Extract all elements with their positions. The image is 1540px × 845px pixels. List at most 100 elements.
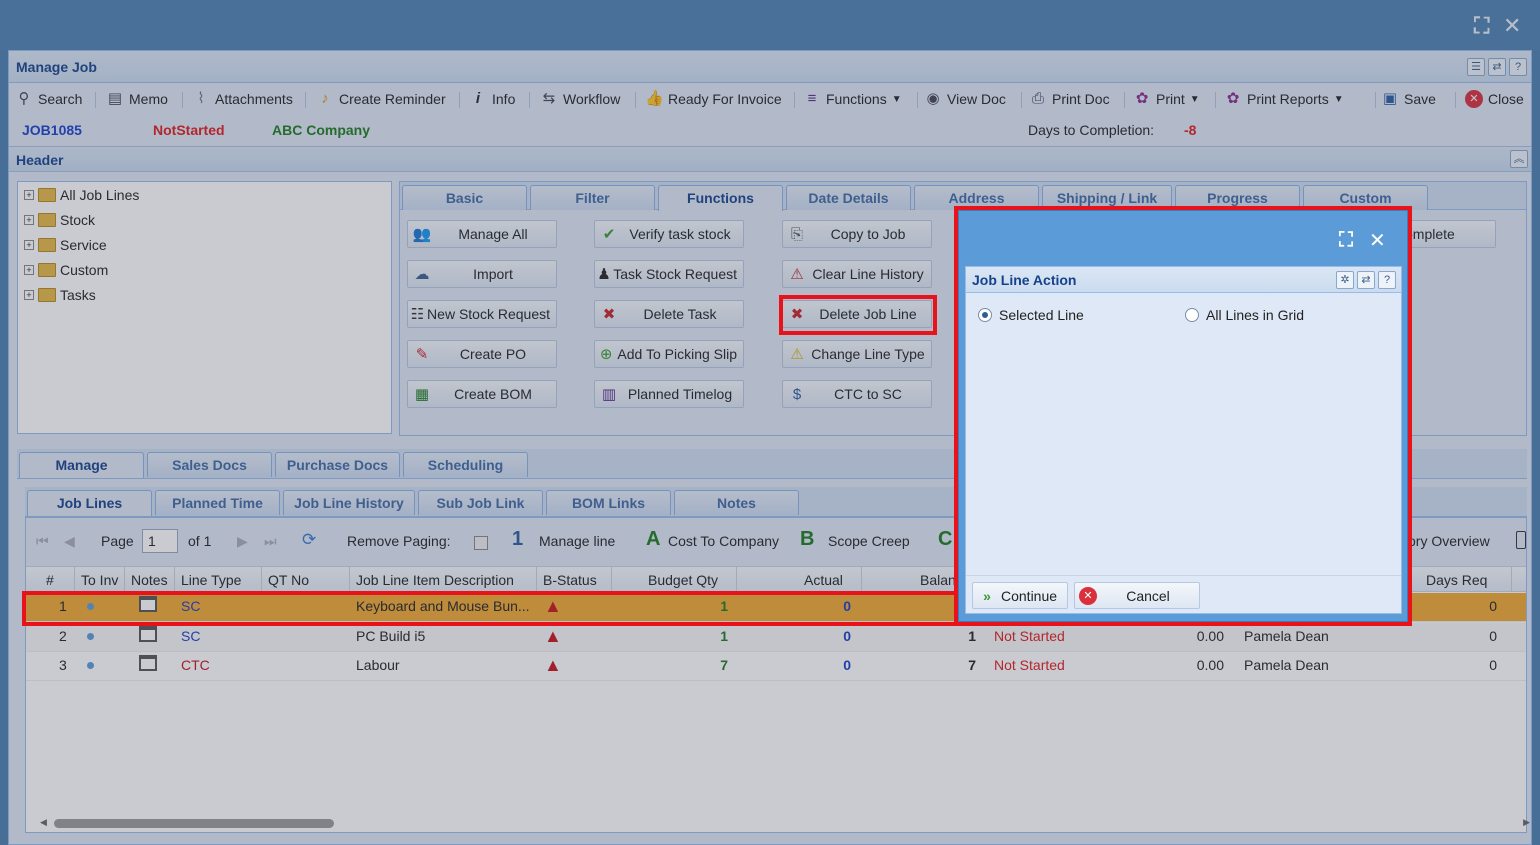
tree-item-service[interactable]: + Service xyxy=(24,237,107,253)
tree-item-all-job-lines[interactable]: + All Job Lines xyxy=(24,187,139,203)
first-page-icon[interactable]: ⏮ xyxy=(36,533,49,550)
expand-icon[interactable]: + xyxy=(24,290,34,300)
line-status: Not Started xyxy=(994,628,1065,644)
table-row[interactable]: 2 SC PC Build i5 ▲ 1 0 1 Not Started 0.0… xyxy=(26,623,1526,652)
page-number-input[interactable]: 1 xyxy=(142,529,178,553)
task-stock-request-button[interactable]: ♟ Task Stock Request xyxy=(594,260,744,288)
tab-functions[interactable]: Functions xyxy=(658,185,783,211)
header-section-bar[interactable]: Header ︽ xyxy=(9,146,1531,172)
tab-sales-docs[interactable]: Sales Docs xyxy=(147,452,272,477)
tab-purchase-docs[interactable]: Purchase Docs xyxy=(275,452,400,477)
line-type: SC xyxy=(181,628,201,644)
scroll-right-icon[interactable]: ▶ xyxy=(1523,817,1530,828)
change-line-type-button[interactable]: ⚠ Change Line Type xyxy=(782,340,932,368)
expand-icon[interactable]: + xyxy=(24,240,34,250)
manage-all-button[interactable]: 👥 Manage All xyxy=(407,220,557,248)
create-reminder-button[interactable]: ♪ Create Reminder xyxy=(316,88,445,110)
tab-sub-job-link[interactable]: Sub Job Link xyxy=(418,490,543,515)
notes-calendar-icon[interactable] xyxy=(139,626,157,642)
create-bom-button[interactable]: ▦ Create BOM xyxy=(407,380,557,408)
tab-basic[interactable]: Basic xyxy=(402,185,527,210)
eye-icon: ◉ xyxy=(926,90,940,107)
ready-for-invoice-button[interactable]: 👍 Ready For Invoice xyxy=(645,88,782,110)
delete-task-button[interactable]: ✖ Delete Task xyxy=(594,300,744,328)
view-doc-button[interactable]: ◉ View Doc xyxy=(924,88,1005,110)
functions-menu[interactable]: ≡ Functions ▼ xyxy=(803,88,902,110)
table-row[interactable]: 3 CTC Labour ▲ 7 0 7 Not Started 0.00 Pa… xyxy=(26,652,1526,681)
last-page-icon[interactable]: ⏭ xyxy=(264,533,277,550)
expand-icon[interactable]: + xyxy=(24,265,34,275)
maximize-icon[interactable]: ⛶ xyxy=(1474,14,1489,38)
column-days-req[interactable]: Days Req xyxy=(1426,572,1487,588)
tab-job-lines[interactable]: Job Lines xyxy=(27,490,152,516)
days-to-completion-label: Days to Completion: xyxy=(1028,122,1155,138)
legend-a-key: A xyxy=(646,528,661,550)
info-button[interactable]: i Info xyxy=(469,88,515,110)
clear-line-history-button[interactable]: ⚠ Clear Line History xyxy=(782,260,932,288)
chevron-down-icon: ▼ xyxy=(1189,93,1200,105)
workflow-button[interactable]: ⇆ Workflow xyxy=(540,88,621,110)
highlight-row-tail xyxy=(1405,591,1530,626)
help-icon[interactable]: ? xyxy=(1509,58,1527,76)
tree-item-custom[interactable]: + Custom xyxy=(24,262,108,278)
copy-to-job-button[interactable]: ⎘ Copy to Job xyxy=(782,220,932,248)
description: Labour xyxy=(356,657,400,673)
close-icon[interactable]: ✕ xyxy=(1503,14,1521,38)
collapse-icon[interactable]: ︽ xyxy=(1510,150,1528,168)
refresh-icon[interactable]: ⇄ xyxy=(1488,58,1506,76)
next-page-icon[interactable]: ▶ xyxy=(237,533,248,550)
tab-notes[interactable]: Notes xyxy=(674,490,799,515)
floppy-disk-icon: ▣ xyxy=(1382,90,1398,107)
column-budget-qty[interactable]: Budget Qty xyxy=(648,572,718,588)
tab-filter[interactable]: Filter xyxy=(530,185,655,210)
print-doc-button[interactable]: ⎙ Print Doc xyxy=(1029,88,1110,110)
list-icon[interactable]: ☰ xyxy=(1467,58,1485,76)
column-number[interactable]: # xyxy=(46,572,54,588)
tree-item-stock[interactable]: + Stock xyxy=(24,212,95,228)
add-circle-icon: ⊕ xyxy=(599,346,613,363)
expand-icon[interactable]: + xyxy=(24,190,34,200)
attachments-button[interactable]: ⌇ Attachments xyxy=(192,88,293,110)
history-overview-label[interactable]: ory Overview xyxy=(1408,533,1490,549)
verify-task-stock-button[interactable]: ✔ Verify task stock xyxy=(594,220,744,248)
planned-timelog-button[interactable]: ▥ Planned Timelog xyxy=(594,380,744,408)
document-icon[interactable] xyxy=(1516,531,1526,549)
create-po-button[interactable]: ✎ Create PO xyxy=(407,340,557,368)
remove-paging-checkbox[interactable] xyxy=(474,536,488,550)
memo-button[interactable]: ▤ Memo xyxy=(106,88,168,110)
column-b-status[interactable]: B-Status xyxy=(543,572,597,588)
column-notes[interactable]: Notes xyxy=(131,572,168,588)
column-description[interactable]: Job Line Item Description xyxy=(356,572,514,588)
column-actual[interactable]: Actual xyxy=(804,572,843,588)
paperclip-icon: ⌇ xyxy=(197,90,205,107)
prev-page-icon[interactable]: ◀ xyxy=(64,533,75,550)
expand-icon[interactable]: + xyxy=(24,215,34,225)
print-menu[interactable]: ✿ Print ▼ xyxy=(1133,88,1200,110)
column-to-inv[interactable]: To Inv xyxy=(81,572,118,588)
notes-calendar-icon[interactable] xyxy=(139,655,157,671)
tab-bom-links[interactable]: BOM Links xyxy=(546,490,671,515)
save-button[interactable]: ▣ Save xyxy=(1381,88,1436,110)
tab-date-details[interactable]: Date Details xyxy=(786,185,911,210)
import-button[interactable]: ☁ Import xyxy=(407,260,557,288)
search-button[interactable]: ⚲ Search xyxy=(15,88,83,110)
new-stock-request-button[interactable]: ☷ New Stock Request xyxy=(407,300,557,328)
add-to-picking-slip-button[interactable]: ⊕ Add To Picking Slip xyxy=(594,340,744,368)
horizontal-scrollbar[interactable]: ◀ ▶ xyxy=(40,817,1530,828)
cost-value: 0.00 xyxy=(1196,628,1224,644)
tab-planned-time[interactable]: Planned Time xyxy=(155,490,280,515)
tab-job-line-history[interactable]: Job Line History xyxy=(283,490,415,515)
close-button[interactable]: ✕ Close xyxy=(1465,88,1524,110)
tab-scheduling[interactable]: Scheduling xyxy=(403,452,528,477)
print-reports-menu[interactable]: ✿ Print Reports ▼ xyxy=(1224,88,1344,110)
ctc-to-sc-button[interactable]: $ CTC to SC xyxy=(782,380,932,408)
column-qt-no[interactable]: QT No xyxy=(268,572,309,588)
scrollbar-thumb[interactable] xyxy=(54,819,334,828)
scroll-left-icon[interactable]: ◀ xyxy=(40,817,47,828)
refresh-icon[interactable]: ⟳ xyxy=(302,530,316,550)
column-line-type[interactable]: Line Type xyxy=(181,572,241,588)
line-type: CTC xyxy=(181,657,210,673)
tab-manage[interactable]: Manage xyxy=(19,452,144,478)
tree-item-tasks[interactable]: + Tasks xyxy=(24,287,96,303)
job-info-bar: JOB1085 NotStarted ABC Company Days to C… xyxy=(9,117,1531,143)
